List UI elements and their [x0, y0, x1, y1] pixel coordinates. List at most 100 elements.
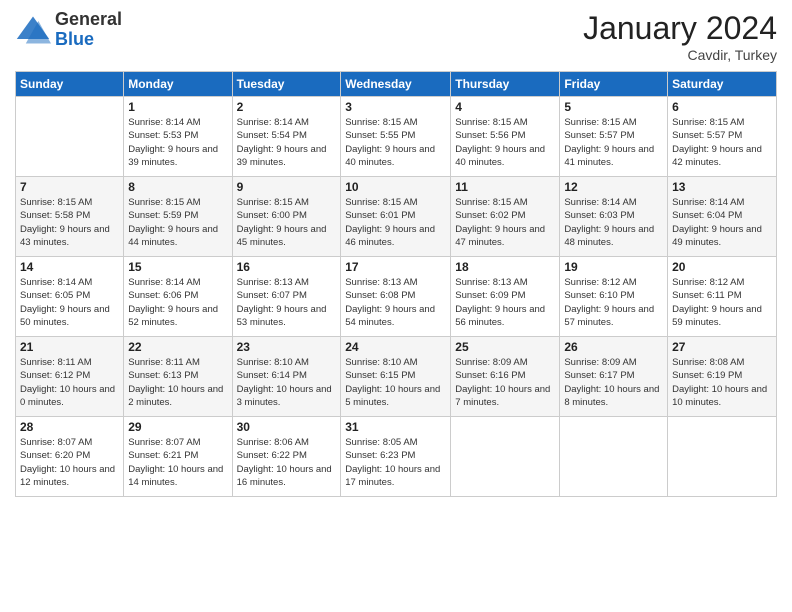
sunrise-text: Sunrise: 8:14 AM — [128, 276, 227, 289]
day-info: Sunrise: 8:15 AMSunset: 5:58 PMDaylight:… — [20, 196, 119, 249]
sunset-text: Sunset: 6:14 PM — [237, 369, 337, 382]
sunset-text: Sunset: 6:19 PM — [672, 369, 772, 382]
logo-general: General — [55, 10, 122, 30]
calendar-cell: 5Sunrise: 8:15 AMSunset: 5:57 PMDaylight… — [560, 97, 668, 177]
daylight-text: Daylight: 10 hours and 5 minutes. — [345, 383, 446, 410]
day-info: Sunrise: 8:10 AMSunset: 6:14 PMDaylight:… — [237, 356, 337, 409]
sunrise-text: Sunrise: 8:14 AM — [20, 276, 119, 289]
sunset-text: Sunset: 6:07 PM — [237, 289, 337, 302]
calendar-cell: 31Sunrise: 8:05 AMSunset: 6:23 PMDayligh… — [341, 417, 451, 497]
sunset-text: Sunset: 6:22 PM — [237, 449, 337, 462]
logo: General Blue — [15, 10, 122, 50]
sunset-text: Sunset: 6:02 PM — [455, 209, 555, 222]
col-wednesday: Wednesday — [341, 72, 451, 97]
day-number: 20 — [672, 260, 772, 274]
day-number: 28 — [20, 420, 119, 434]
daylight-text: Daylight: 9 hours and 40 minutes. — [455, 143, 555, 170]
day-number: 23 — [237, 340, 337, 354]
day-info: Sunrise: 8:14 AMSunset: 6:03 PMDaylight:… — [564, 196, 663, 249]
sunrise-text: Sunrise: 8:07 AM — [20, 436, 119, 449]
day-info: Sunrise: 8:10 AMSunset: 6:15 PMDaylight:… — [345, 356, 446, 409]
day-info: Sunrise: 8:07 AMSunset: 6:21 PMDaylight:… — [128, 436, 227, 489]
day-number: 16 — [237, 260, 337, 274]
calendar-cell: 10Sunrise: 8:15 AMSunset: 6:01 PMDayligh… — [341, 177, 451, 257]
calendar-cell: 27Sunrise: 8:08 AMSunset: 6:19 PMDayligh… — [668, 337, 777, 417]
col-thursday: Thursday — [451, 72, 560, 97]
sunrise-text: Sunrise: 8:15 AM — [237, 196, 337, 209]
day-info: Sunrise: 8:14 AMSunset: 5:53 PMDaylight:… — [128, 116, 227, 169]
calendar-cell: 21Sunrise: 8:11 AMSunset: 6:12 PMDayligh… — [16, 337, 124, 417]
calendar-cell: 18Sunrise: 8:13 AMSunset: 6:09 PMDayligh… — [451, 257, 560, 337]
calendar-week-2: 14Sunrise: 8:14 AMSunset: 6:05 PMDayligh… — [16, 257, 777, 337]
sunset-text: Sunset: 6:05 PM — [20, 289, 119, 302]
daylight-text: Daylight: 10 hours and 0 minutes. — [20, 383, 119, 410]
sunrise-text: Sunrise: 8:14 AM — [672, 196, 772, 209]
day-number: 7 — [20, 180, 119, 194]
day-info: Sunrise: 8:07 AMSunset: 6:20 PMDaylight:… — [20, 436, 119, 489]
calendar-cell: 12Sunrise: 8:14 AMSunset: 6:03 PMDayligh… — [560, 177, 668, 257]
sunrise-text: Sunrise: 8:15 AM — [345, 116, 446, 129]
calendar-cell: 24 Sunrise: 8:10 AMSunset: 6:15 PMDayligh… — [341, 337, 451, 417]
day-number: 21 — [20, 340, 119, 354]
calendar-cell: 11Sunrise: 8:15 AMSunset: 6:02 PMDayligh… — [451, 177, 560, 257]
calendar-cell: 1Sunrise: 8:14 AMSunset: 5:53 PMDaylight… — [124, 97, 232, 177]
sunset-text: Sunset: 6:20 PM — [20, 449, 119, 462]
day-number: 3 — [345, 100, 446, 114]
sunset-text: Sunset: 6:10 PM — [564, 289, 663, 302]
sunset-text: Sunset: 6:13 PM — [128, 369, 227, 382]
daylight-text: Daylight: 9 hours and 48 minutes. — [564, 223, 663, 250]
sunrise-text: Sunrise: 8:15 AM — [20, 196, 119, 209]
month-title: January 2024 — [583, 10, 777, 47]
day-info: Sunrise: 8:15 AMSunset: 5:57 PMDaylight:… — [564, 116, 663, 169]
daylight-text: Daylight: 9 hours and 41 minutes. — [564, 143, 663, 170]
day-info: Sunrise: 8:15 AMSunset: 6:00 PMDaylight:… — [237, 196, 337, 249]
page: General Blue January 2024 Cavdir, Turkey… — [0, 0, 792, 612]
daylight-text: Daylight: 9 hours and 40 minutes. — [345, 143, 446, 170]
header: General Blue January 2024 Cavdir, Turkey — [15, 10, 777, 63]
day-info: Sunrise: 8:12 AMSunset: 6:11 PMDaylight:… — [672, 276, 772, 329]
daylight-text: Daylight: 9 hours and 52 minutes. — [128, 303, 227, 330]
sunrise-text: Sunrise: 8:14 AM — [564, 196, 663, 209]
sunrise-text: Sunrise: 8:15 AM — [672, 116, 772, 129]
sunset-text: Sunset: 6:00 PM — [237, 209, 337, 222]
daylight-text: Daylight: 10 hours and 2 minutes. — [128, 383, 227, 410]
day-number: 10 — [345, 180, 446, 194]
daylight-text: Daylight: 10 hours and 14 minutes. — [128, 463, 227, 490]
day-number: 24 — [345, 340, 446, 354]
col-monday: Monday — [124, 72, 232, 97]
sunrise-text: Sunrise: 8:15 AM — [128, 196, 227, 209]
daylight-text: Daylight: 9 hours and 45 minutes. — [237, 223, 337, 250]
daylight-text: Daylight: 9 hours and 47 minutes. — [455, 223, 555, 250]
sunrise-text: Sunrise: 8:07 AM — [128, 436, 227, 449]
daylight-text: Daylight: 9 hours and 49 minutes. — [672, 223, 772, 250]
sunrise-text: Sunrise: 8:10 AM — [237, 356, 337, 369]
daylight-text: Daylight: 10 hours and 12 minutes. — [20, 463, 119, 490]
sunrise-text: Sunrise: 8:09 AM — [455, 356, 555, 369]
calendar-cell — [668, 417, 777, 497]
sunrise-text: Sunrise: 8:14 AM — [128, 116, 227, 129]
daylight-text: Daylight: 9 hours and 46 minutes. — [345, 223, 446, 250]
day-number: 13 — [672, 180, 772, 194]
daylight-text: Daylight: 9 hours and 53 minutes. — [237, 303, 337, 330]
sunrise-text: Sunrise: 8:10 AM — [345, 356, 446, 369]
sunset-text: Sunset: 6:12 PM — [20, 369, 119, 382]
daylight-text: Daylight: 10 hours and 7 minutes. — [455, 383, 555, 410]
day-info: Sunrise: 8:14 AMSunset: 5:54 PMDaylight:… — [237, 116, 337, 169]
day-number: 6 — [672, 100, 772, 114]
daylight-text: Daylight: 9 hours and 56 minutes. — [455, 303, 555, 330]
sunrise-text: Sunrise: 8:15 AM — [455, 196, 555, 209]
day-number: 30 — [237, 420, 337, 434]
day-number: 31 — [345, 420, 446, 434]
sunset-text: Sunset: 6:16 PM — [455, 369, 555, 382]
day-number: 29 — [128, 420, 227, 434]
calendar-cell: 14Sunrise: 8:14 AMSunset: 6:05 PMDayligh… — [16, 257, 124, 337]
col-saturday: Saturday — [668, 72, 777, 97]
calendar-cell: 25Sunrise: 8:09 AMSunset: 6:16 PMDayligh… — [451, 337, 560, 417]
day-number: 8 — [128, 180, 227, 194]
daylight-text: Daylight: 10 hours and 8 minutes. — [564, 383, 663, 410]
col-tuesday: Tuesday — [232, 72, 341, 97]
calendar-cell: 15Sunrise: 8:14 AMSunset: 6:06 PMDayligh… — [124, 257, 232, 337]
calendar-cell: 17Sunrise: 8:13 AMSunset: 6:08 PMDayligh… — [341, 257, 451, 337]
day-number: 19 — [564, 260, 663, 274]
sunrise-text: Sunrise: 8:13 AM — [345, 276, 446, 289]
